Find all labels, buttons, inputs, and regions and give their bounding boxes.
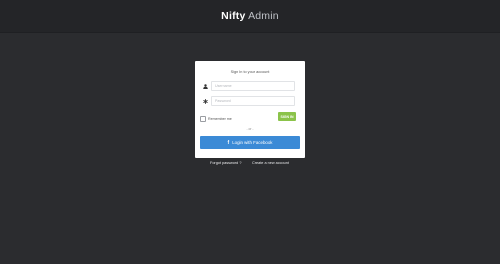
forgot-password-link[interactable]: Forgot password ? bbox=[210, 161, 241, 165]
user-icon bbox=[200, 81, 210, 91]
facebook-f-icon: f bbox=[227, 139, 230, 146]
username-input[interactable] bbox=[211, 81, 295, 91]
remember-me-checkbox[interactable] bbox=[200, 116, 206, 122]
password-input[interactable] bbox=[211, 96, 295, 106]
sign-in-button[interactable]: SIGN IN bbox=[278, 112, 296, 121]
facebook-login-button[interactable]: f Login with Facebook bbox=[200, 136, 300, 149]
or-divider: - or - bbox=[246, 127, 254, 131]
remember-me-row[interactable]: Remember me bbox=[200, 115, 232, 123]
auth-links: Forgot password ? Create a new account bbox=[0, 160, 500, 168]
facebook-login-label: Login with Facebook bbox=[232, 140, 273, 145]
login-panel: Sign In to your account Remember me SIGN bbox=[195, 61, 305, 158]
top-navbar: Nifty Admin bbox=[0, 0, 500, 33]
password-field-group bbox=[200, 96, 295, 106]
username-field-group bbox=[200, 81, 295, 91]
brand-name-strong: Nifty bbox=[221, 10, 246, 22]
create-account-link[interactable]: Create a new account bbox=[252, 161, 289, 165]
remember-me-label[interactable]: Remember me bbox=[208, 117, 232, 121]
brand-name-light: Admin bbox=[248, 10, 279, 22]
brand-logo[interactable]: Nifty Admin bbox=[221, 10, 279, 22]
asterisk-icon bbox=[200, 96, 210, 106]
login-title: Sign In to your account bbox=[230, 70, 270, 74]
